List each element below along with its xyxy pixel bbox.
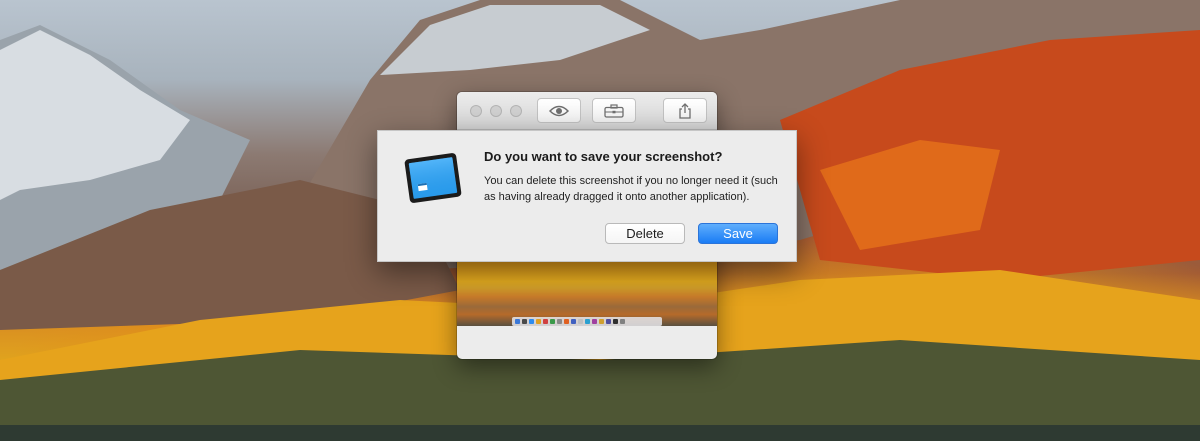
thumbnail-dock <box>512 317 662 326</box>
eye-icon <box>549 105 569 116</box>
view-button[interactable] <box>537 98 581 123</box>
share-icon <box>679 102 691 119</box>
dialog-title: Do you want to save your screenshot? <box>484 149 723 164</box>
close-window-button[interactable] <box>470 105 482 117</box>
preview-titlebar <box>457 92 717 130</box>
zoom-window-button[interactable] <box>510 105 522 117</box>
screenshot-app-icon <box>404 153 462 203</box>
delete-button[interactable]: Delete <box>605 223 685 244</box>
toolbox-icon <box>604 103 624 118</box>
markup-button[interactable] <box>592 98 636 123</box>
dialog-message: You can delete this screenshot if you no… <box>484 175 778 203</box>
save-button[interactable]: Save <box>698 223 778 244</box>
share-button[interactable] <box>663 98 707 123</box>
save-screenshot-dialog: Do you want to save your screenshot? You… <box>377 130 797 262</box>
minimize-window-button[interactable] <box>490 105 502 117</box>
